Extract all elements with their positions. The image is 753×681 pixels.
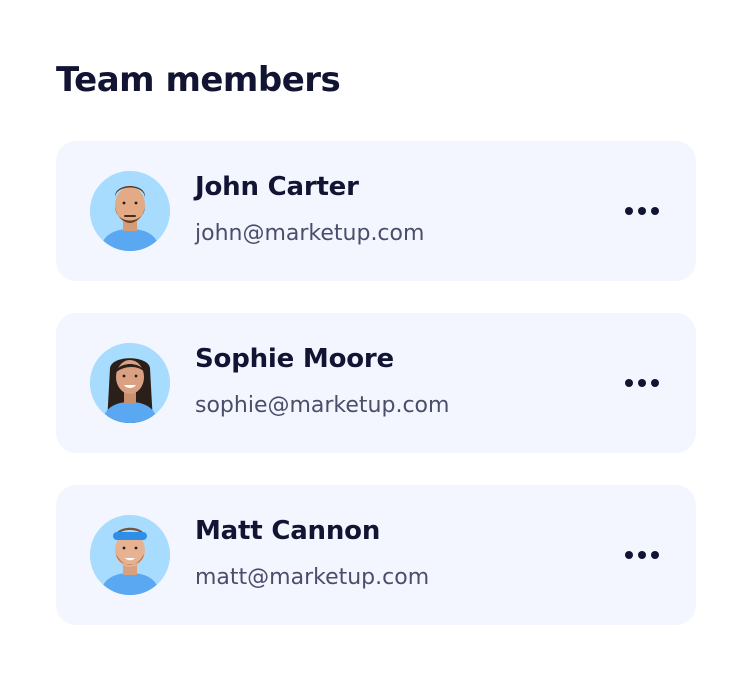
page-title: Team members [56, 60, 341, 100]
member-card-john-carter[interactable]: John Carter john@marketup.com [56, 141, 696, 281]
member-email: john@marketup.com [195, 221, 425, 246]
member-name: Matt Cannon [195, 516, 381, 546]
avatar-john-carter-icon [90, 171, 170, 251]
avatar-matt-cannon-icon [90, 515, 170, 595]
member-email: matt@marketup.com [195, 565, 430, 590]
more-options-button[interactable] [618, 535, 666, 575]
avatar [90, 171, 170, 251]
more-horizontal-icon [625, 379, 659, 387]
more-horizontal-icon [625, 207, 659, 215]
avatar [90, 343, 170, 423]
member-card-matt-cannon[interactable]: Matt Cannon matt@marketup.com [56, 485, 696, 625]
member-name: Sophie Moore [195, 344, 394, 374]
more-options-button[interactable] [618, 363, 666, 403]
more-horizontal-icon [625, 551, 659, 559]
avatar-sophie-moore-icon [90, 343, 170, 423]
more-options-button[interactable] [618, 191, 666, 231]
avatar [90, 515, 170, 595]
member-card-sophie-moore[interactable]: Sophie Moore sophie@marketup.com [56, 313, 696, 453]
member-email: sophie@marketup.com [195, 393, 450, 418]
member-name: John Carter [195, 172, 359, 202]
